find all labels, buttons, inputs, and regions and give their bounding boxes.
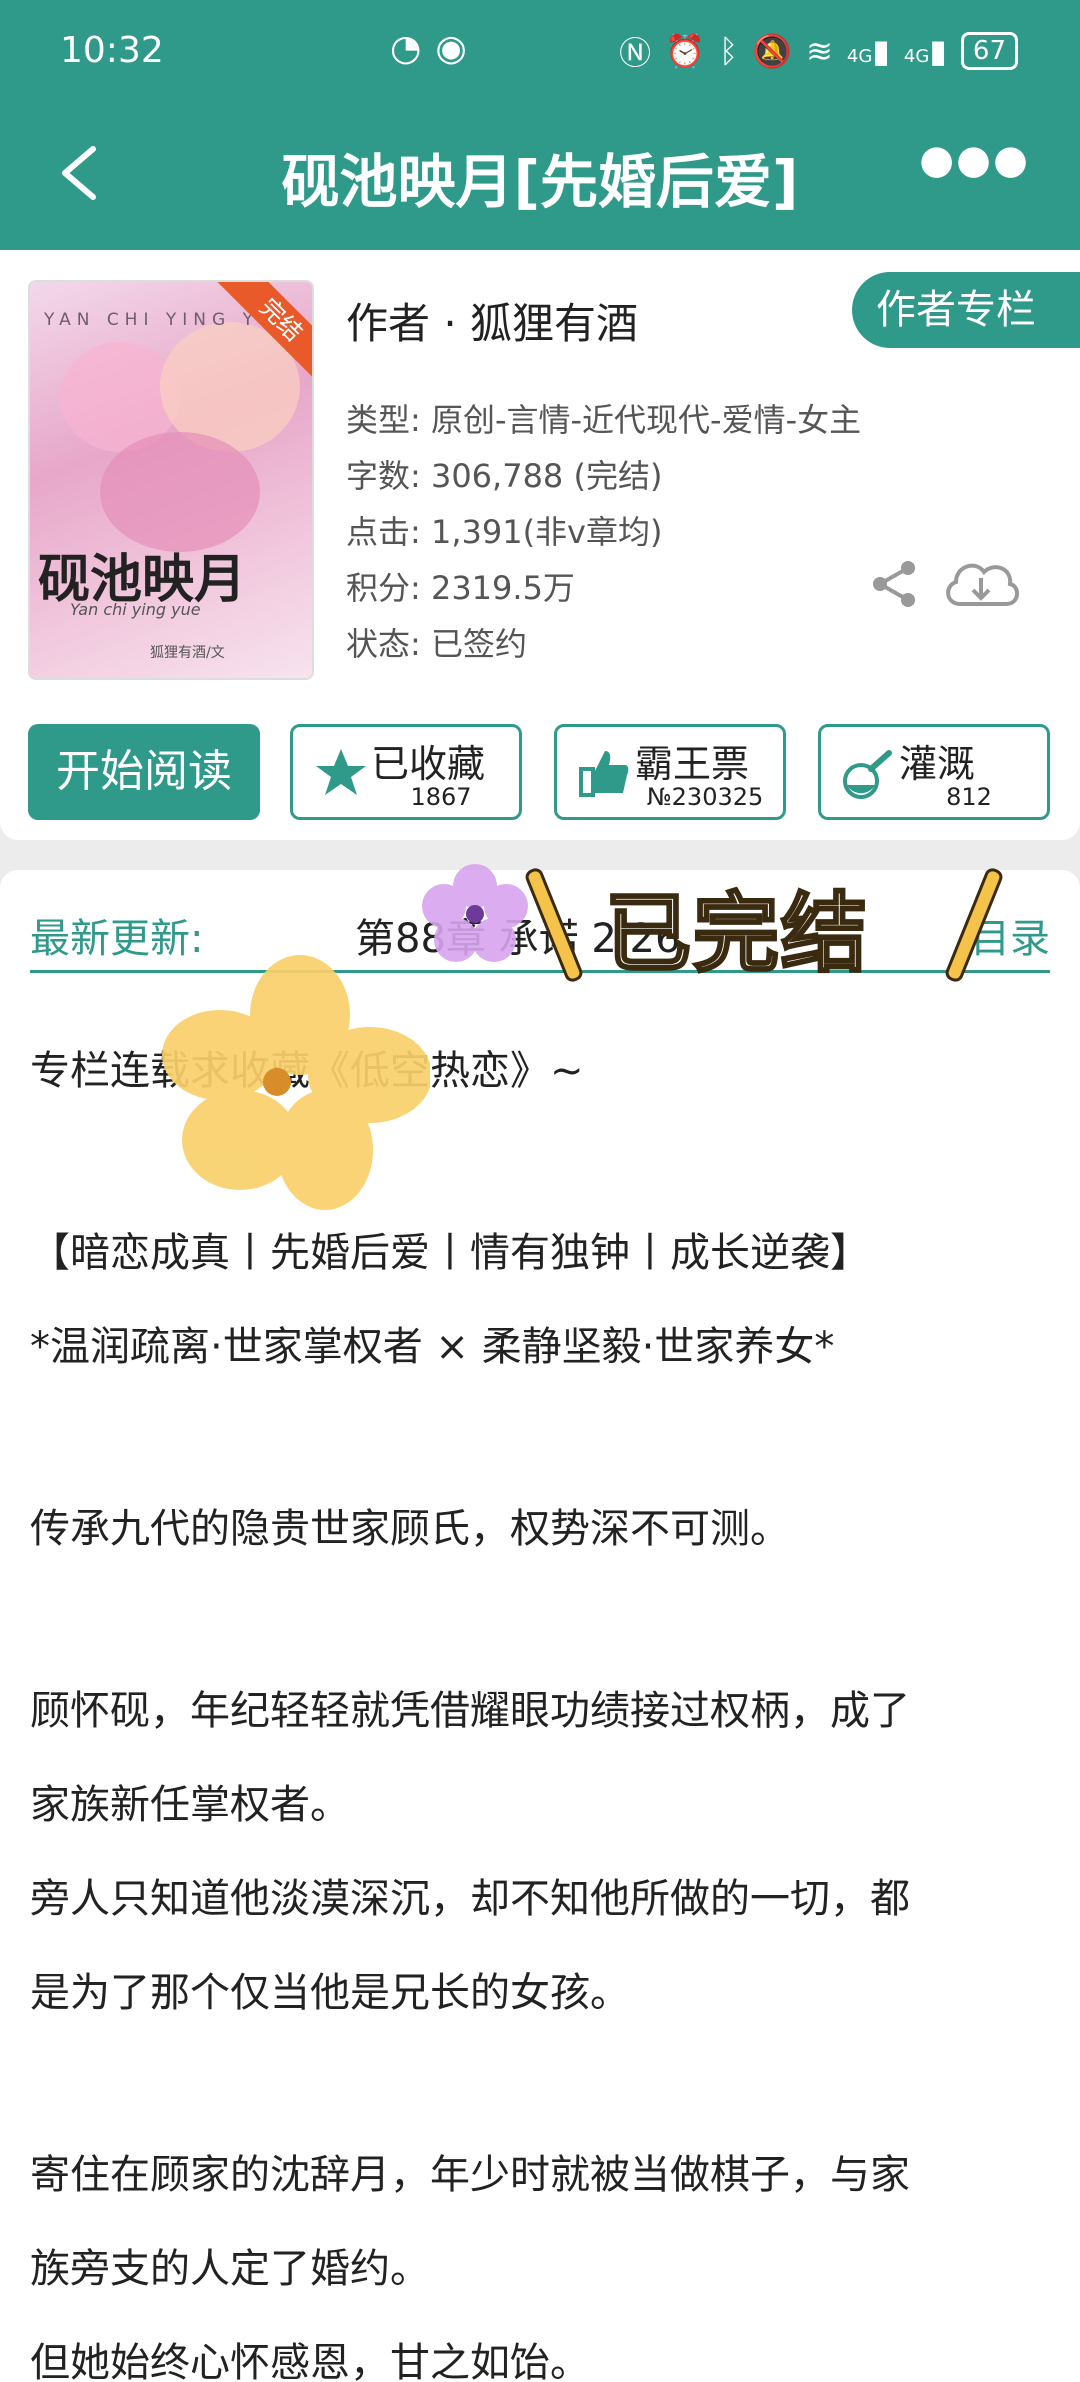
description-line: 传承九代的隐贵世家顾氏，权势深不可测。 [30,1506,790,1552]
status-time: 10:32 [60,30,164,71]
nfc-icon: Ⓝ [619,34,652,72]
signal-icon-2: 4G▮ [903,32,947,70]
start-reading-button[interactable]: 开始阅读 [28,724,260,820]
description-line: 但她始终心怀感恩，甘之如饴。 [30,2340,590,2382]
thumbs-up-icon [579,751,629,797]
water-button[interactable]: 灌溉 812 [818,724,1050,820]
book-word-count: 字数: 306,788 (完结) [346,457,663,495]
vote-count: №230325 [646,783,764,811]
yellow-flower-sticker [162,955,430,1210]
author-column-button[interactable]: 作者专栏 [852,272,1080,348]
water-count: 812 [946,783,992,811]
signal-icon-1: 4G▮ [846,32,890,70]
completed-sticker-text: 已完结 [604,883,869,986]
alarm-icon: ⏰ [665,32,706,70]
water-label: 灌溉 [899,742,976,786]
book-cover[interactable]: YAN CHI YING Y 砚池映月 Yan chi ying yue 狐狸有… [28,280,314,680]
cover-topline: YAN CHI YING Y [44,310,259,330]
completed-sticker: 已完结 [523,855,1005,986]
vote-button[interactable]: 霸王票 №230325 [554,724,786,820]
status-icons-right: Ⓝ ⏰ ᛒ 🔕 ≋ 4G▮ 4G▮ 67 [619,28,1018,74]
description-line: 家族新任掌权者。 [30,1782,350,1828]
collect-label: 已收藏 [371,742,486,786]
page-title: 砚池映月[先婚后爱] [281,148,799,216]
description-line: 寄住在顾家的沈辞月，年少时就被当做棋子，与家 [30,2152,910,2198]
cloud-download-icon[interactable] [940,552,1022,616]
book-genre: 类型: 原创-言情-近代现代-爱情-女主 [346,401,862,439]
eye-icon: ◉ [435,28,481,69]
nav-bar: 砚池映月[先婚后爱] ●●● [0,115,1080,235]
battery-icon: 67 [960,32,1018,70]
description-line: 旁人只知道他淡漠深沉，却不知他所做的一切，都 [30,1876,910,1922]
collect-button[interactable]: 已收藏 1867 [290,724,522,820]
star-icon [316,749,366,795]
sticker-slash-left [523,865,585,985]
vote-label: 霸王票 [635,742,750,786]
cover-petal [100,432,260,552]
description-line: 族旁支的人定了婚约。 [30,2246,430,2292]
share-icon[interactable] [866,556,922,612]
more-horizontal-icon[interactable]: ●●● [919,137,1030,183]
speed-icon: ◔ [390,28,436,69]
book-status: 状态: 已签约 [346,625,527,663]
description-line: *温润疏离·世家掌权者 × 柔静坚毅·世家养女* [30,1324,835,1370]
cover-author: 狐狸有酒/文 [150,645,225,661]
cover-subtitle: Yan chi ying yue [70,600,201,619]
status-icons-left: ◔◉ [390,28,481,69]
purple-flower-sticker [422,864,528,962]
book-clicks: 点击: 1,391(非v章均) [346,513,663,551]
collect-count: 1867 [410,783,472,811]
app-header: 10:32 ◔◉ Ⓝ ⏰ ᛒ 🔕 ≋ 4G▮ 4G▮ 67 砚池映月[先婚后爱]… [0,0,1080,250]
wifi-icon: ≋ [806,32,833,70]
flask-icon [843,750,892,799]
mute-icon: 🔕 [752,32,793,70]
description-line: 顾怀砚，年纪轻轻就凭借耀眼功绩接过权柄，成了 [30,1688,910,1734]
bluetooth-icon: ᛒ [719,32,739,70]
description-line: 【暗恋成真丨先婚后爱丨情有独钟丨成长逆袭】 [30,1230,870,1276]
status-bar: 10:32 ◔◉ Ⓝ ⏰ ᛒ 🔕 ≋ 4G▮ 4G▮ 67 [0,0,1080,105]
book-score: 积分: 2319.5万 [346,569,575,607]
author-name[interactable]: 作者 · 狐狸有酒 [346,290,638,351]
description-line: 是为了那个仅当他是兄长的女孩。 [30,1970,630,2016]
